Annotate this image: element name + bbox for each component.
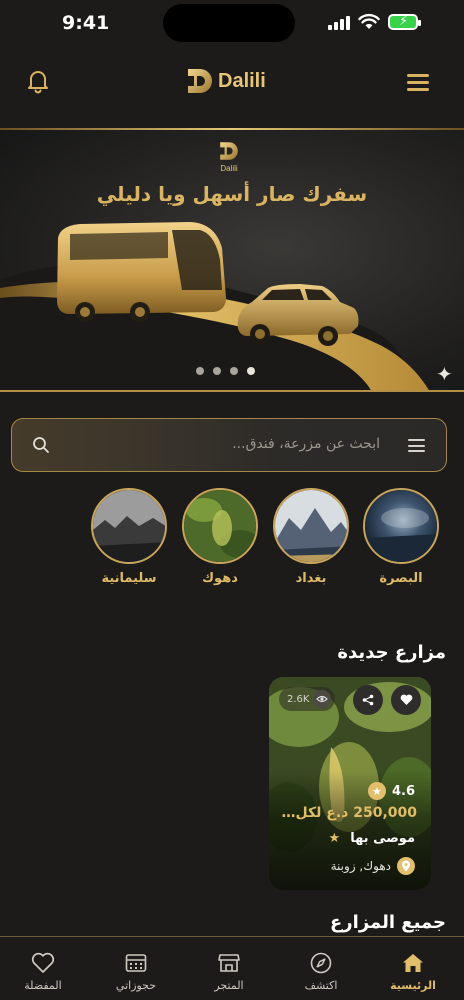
cities-row: البصرة بغداد دهوك سليمانية xyxy=(0,488,464,598)
city-duhok[interactable]: دهوك xyxy=(182,488,258,586)
recommended-label: موصى بها xyxy=(350,831,415,846)
carousel-dot-active xyxy=(247,367,255,375)
views-badge: 2.6K xyxy=(279,687,336,711)
brand-logo: Dalili xyxy=(185,66,266,96)
city-name: بغداد xyxy=(295,571,327,586)
app-header: Dalili xyxy=(0,48,464,128)
carousel-dot xyxy=(230,367,238,375)
star-icon: ★ xyxy=(328,831,341,846)
carousel-indicator[interactable] xyxy=(196,367,255,375)
signal-icon xyxy=(328,16,350,30)
rating: ★ 4.6 xyxy=(367,782,415,800)
city-name: البصرة xyxy=(379,571,423,586)
favorite-button[interactable] xyxy=(391,685,421,715)
nav-label: حجوزاتي xyxy=(115,979,157,992)
nav-explore[interactable]: اكتشف xyxy=(281,951,361,992)
calendar-icon xyxy=(96,951,176,975)
nav-store[interactable]: المتجر xyxy=(189,951,269,992)
bottom-navigation: الرئيسية اكتشف المتجر حجوزاتي المفضلة xyxy=(0,936,464,1000)
wifi-icon xyxy=(358,13,380,29)
city-photo[interactable] xyxy=(91,488,167,564)
nav-label: اكتشف xyxy=(304,979,338,992)
filter-menu-icon[interactable] xyxy=(408,439,425,452)
farm-location: دهوك, زوبنة xyxy=(331,857,415,875)
recommended-badge: موصى بها ★ xyxy=(329,831,415,846)
share-icon xyxy=(362,694,374,706)
dalili-logo-icon xyxy=(188,69,212,93)
nav-home[interactable]: الرئيسية xyxy=(373,951,453,992)
city-photo[interactable] xyxy=(363,488,439,564)
search-input[interactable]: ابحث عن مزرعة، فندق... xyxy=(232,436,380,452)
farm-card[interactable]: 2.6K ★ 4.6 250,000 د.ع لكل يوم موصى بها … xyxy=(269,677,431,890)
search-icon[interactable] xyxy=(32,436,50,454)
rating-value: 4.6 xyxy=(391,783,415,799)
status-time: 9:41 xyxy=(62,12,110,34)
bus-graphic xyxy=(57,222,226,322)
location-text: دهوك, زوبنة xyxy=(330,859,391,873)
nav-label: الرئيسية xyxy=(390,979,436,992)
heart-icon xyxy=(400,694,412,705)
store-icon xyxy=(189,951,269,975)
carousel-dot xyxy=(196,367,204,375)
compass-icon xyxy=(281,951,361,975)
city-photo[interactable] xyxy=(182,488,258,564)
dynamic-island xyxy=(163,4,295,42)
heart-icon xyxy=(3,951,83,975)
promo-banner[interactable]: Dalili سفرك صار أسهل ويا دليلي ✦ xyxy=(0,130,464,392)
nav-label: المفضلة xyxy=(24,979,62,992)
menu-button[interactable] xyxy=(407,74,429,91)
status-bar: 9:41 ⚡ xyxy=(0,0,464,48)
views-count: 2.6K xyxy=(287,693,310,705)
city-name: سليمانية xyxy=(101,571,157,586)
city-name: دهوك xyxy=(202,571,238,586)
carousel-dot xyxy=(213,367,221,375)
farm-price: 250,000 د.ع لكل يوم xyxy=(277,805,417,821)
banner-illustration xyxy=(0,222,429,390)
section-title-all-farms: جميع المزارع xyxy=(330,912,446,933)
city-sulaymaniyah[interactable]: سليمانية xyxy=(91,488,167,586)
eye-icon xyxy=(313,690,332,708)
nav-bookings[interactable]: حجوزاتي xyxy=(96,951,176,992)
battery-icon: ⚡ xyxy=(388,14,421,30)
city-basra[interactable]: البصرة xyxy=(363,488,439,586)
nav-label: المتجر xyxy=(214,979,244,992)
sparkle-icon: ✦ xyxy=(436,362,453,386)
search-bar[interactable]: ابحث عن مزرعة، فندق... xyxy=(11,418,447,472)
location-pin-icon xyxy=(397,857,415,875)
notification-bell-icon[interactable] xyxy=(26,68,50,94)
star-icon: ★ xyxy=(367,782,386,800)
share-button[interactable] xyxy=(353,685,383,715)
home-icon xyxy=(373,951,453,975)
city-baghdad[interactable]: بغداد xyxy=(273,488,349,586)
city-photo[interactable] xyxy=(273,488,349,564)
brand-name: Dalili xyxy=(218,69,266,92)
section-title-new-farms: مزارع جديدة xyxy=(337,642,446,663)
nav-favorites[interactable]: المفضلة xyxy=(3,951,83,992)
